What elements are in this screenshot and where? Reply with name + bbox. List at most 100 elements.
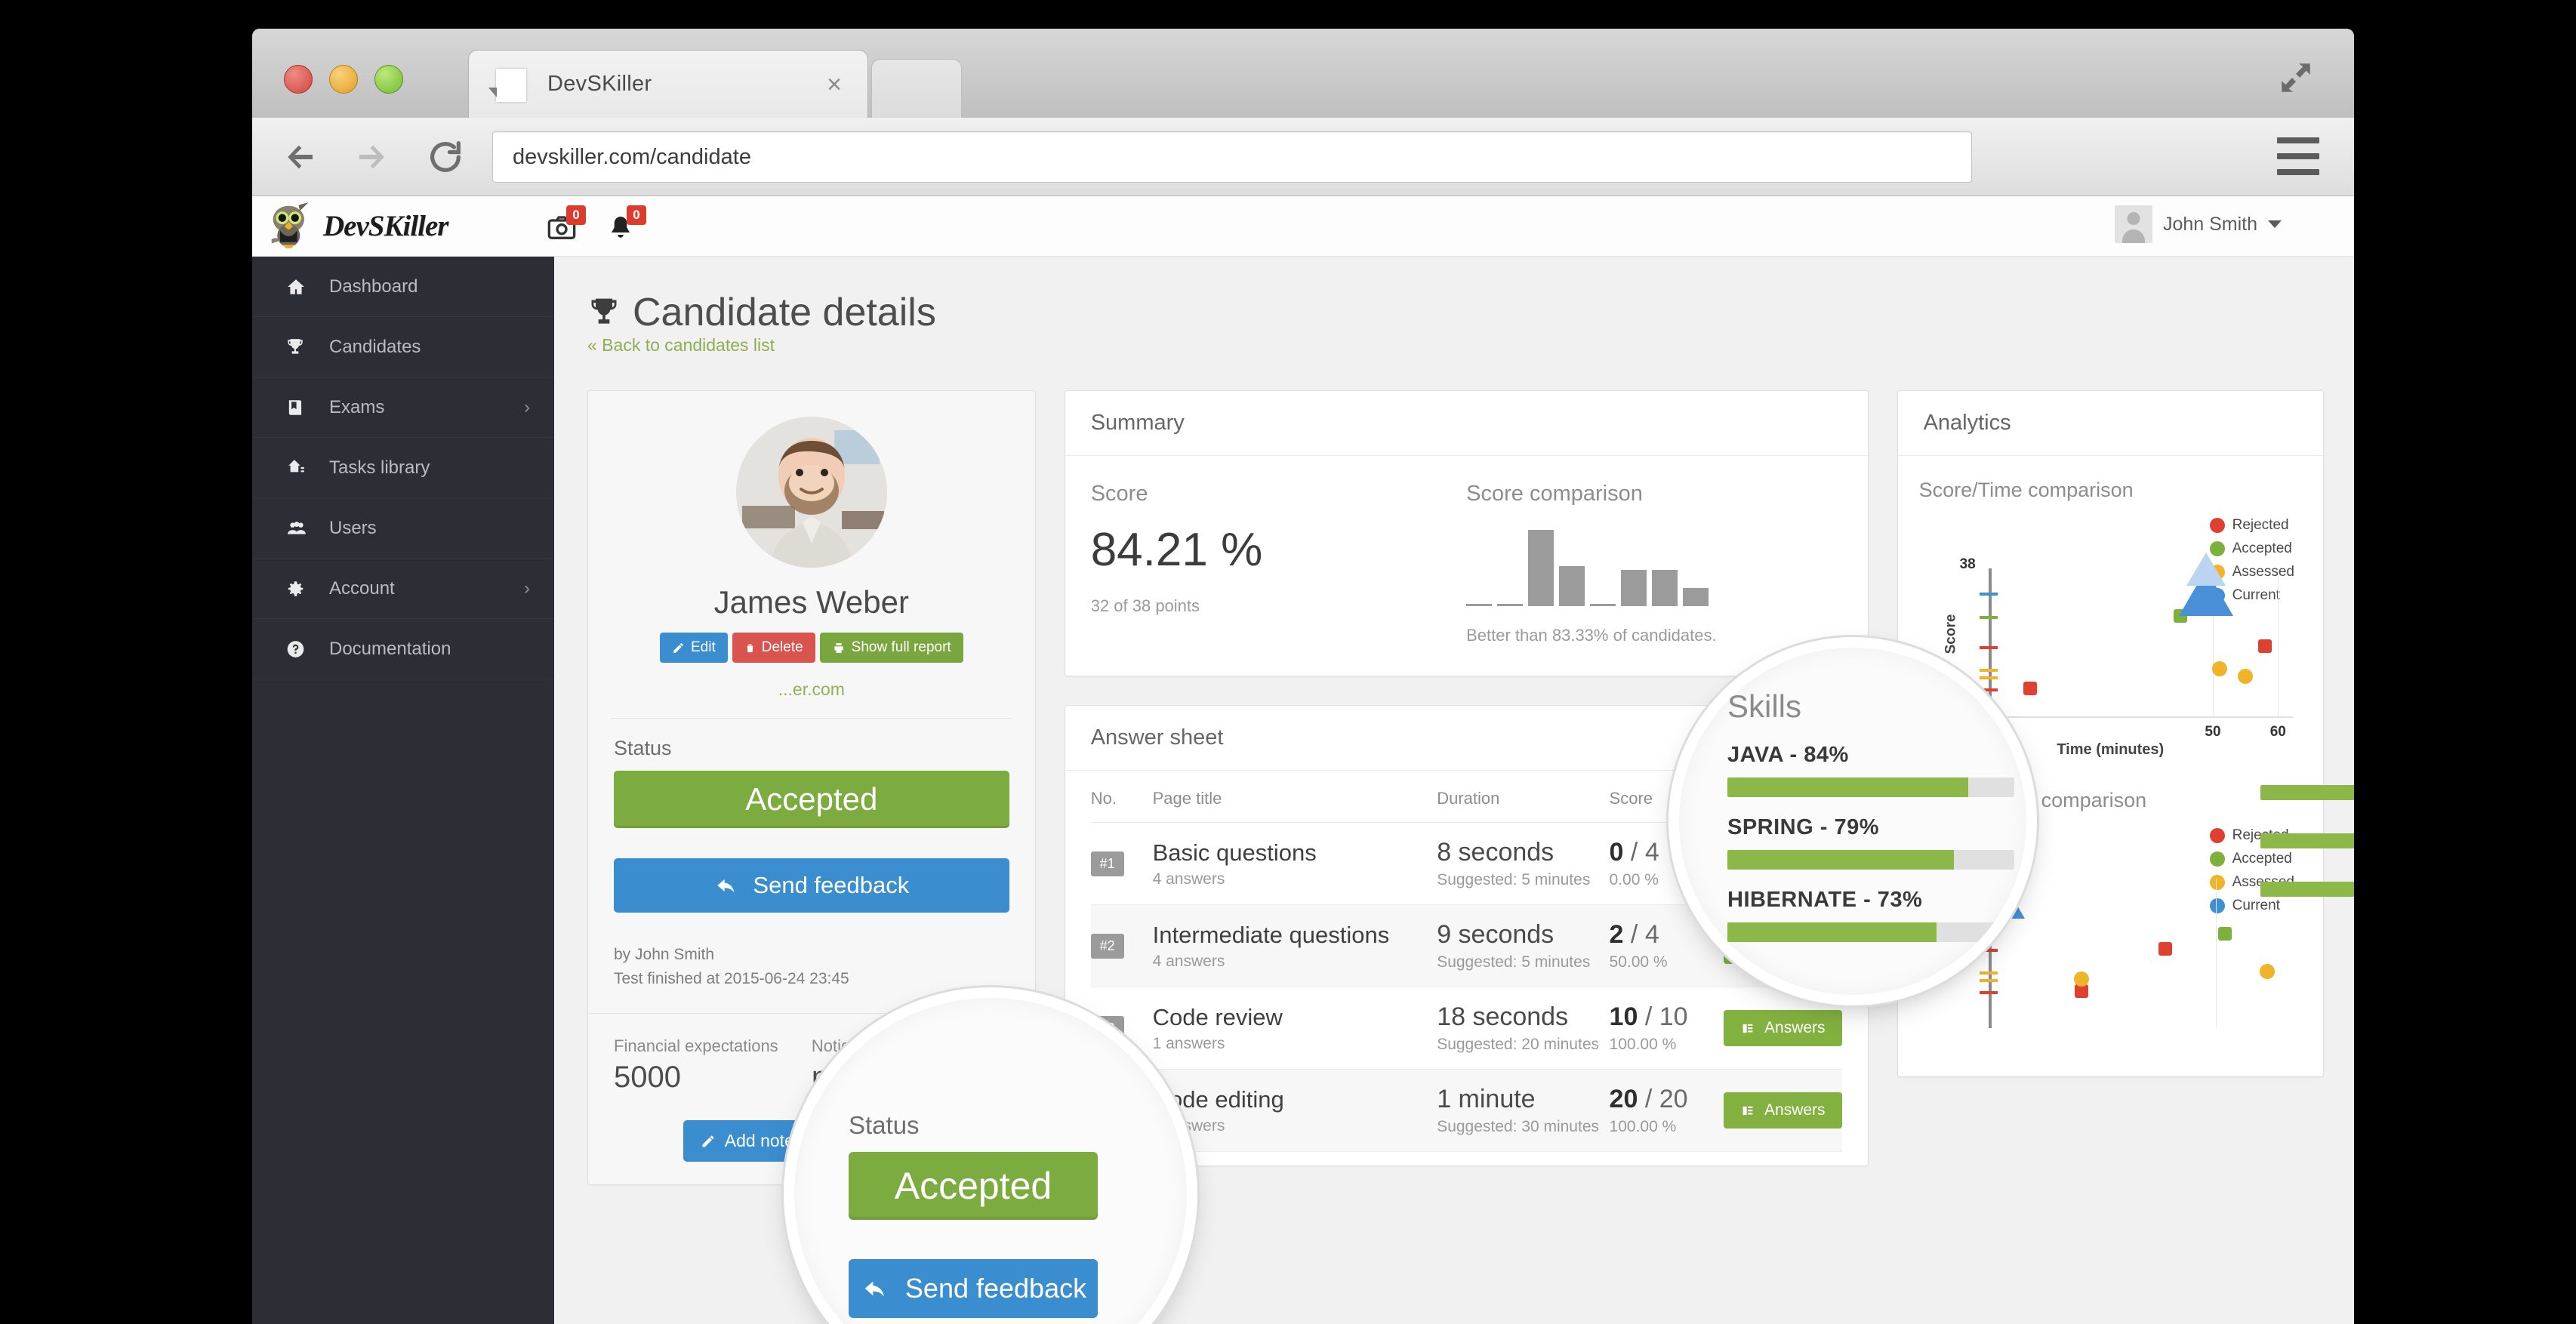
new-tab-placeholder[interactable] bbox=[871, 59, 962, 118]
col-duration: Duration bbox=[1437, 771, 1610, 823]
sidebar-item-users[interactable]: Users bbox=[252, 498, 554, 559]
skill-label: HIBERNATE - 73% bbox=[1727, 888, 1923, 912]
skill-track bbox=[1727, 777, 2014, 797]
legend-dot-rejected bbox=[2209, 518, 2225, 533]
answers-count: 4 answers bbox=[1152, 952, 1225, 970]
answers-count: 1 answers bbox=[1152, 1116, 1225, 1135]
bell-badge: 0 bbox=[627, 205, 646, 225]
answers-button[interactable]: Answers bbox=[1724, 1092, 1842, 1128]
x-tick-label: 60 bbox=[2269, 724, 2286, 740]
candidate-email[interactable]: ...er.com bbox=[588, 679, 1035, 700]
owl-logo-icon bbox=[271, 202, 309, 249]
histogram-bar bbox=[1466, 603, 1493, 606]
skill-item-java: JAVA - 84% bbox=[1727, 743, 2026, 797]
profile-action-buttons: Edit Delete Show full report bbox=[588, 633, 1035, 663]
legend-dot-rejected bbox=[2209, 828, 2225, 843]
score-time-chart-title: Score/Time comparison bbox=[1918, 479, 2134, 501]
page-title-text: Basic questions bbox=[1152, 839, 1317, 866]
bell-icon[interactable]: 0 bbox=[607, 205, 646, 243]
hamburger-menu-icon[interactable] bbox=[2277, 137, 2319, 175]
gridline bbox=[2278, 568, 2279, 718]
answers-button[interactable]: Answers bbox=[1724, 1010, 1842, 1046]
data-point-rejected bbox=[2258, 639, 2272, 654]
question-icon bbox=[285, 639, 316, 659]
x-tick-label: 50 bbox=[2205, 724, 2221, 740]
answers-button-label: Answers bbox=[1764, 1019, 1826, 1036]
close-window-button[interactable] bbox=[284, 65, 313, 94]
user-menu[interactable]: John Smith bbox=[2114, 205, 2282, 243]
url-input[interactable]: devskiller.com/candidate bbox=[492, 131, 1972, 183]
row-number: #2 bbox=[1090, 933, 1124, 959]
minimize-window-button[interactable] bbox=[329, 65, 358, 94]
cell-score: 2 / 4 50.00 % bbox=[1609, 904, 1724, 987]
data-point-current-inner bbox=[2186, 553, 2226, 587]
cell-actions: Answers bbox=[1724, 1069, 1842, 1152]
send-feedback-button[interactable]: Send feedback bbox=[614, 858, 1009, 913]
expand-icon[interactable] bbox=[2277, 59, 2315, 97]
send-feedback-label: Send feedback bbox=[904, 1273, 1087, 1304]
table-row[interactable]: #3 Code review 1 answers 18 seconds Suggeste… bbox=[1090, 987, 1842, 1070]
legend-label-rejected: Rejected bbox=[2232, 517, 2289, 533]
histogram-bar bbox=[1621, 569, 1647, 606]
suggested-duration: Suggested: 30 minutes bbox=[1437, 1118, 1599, 1135]
histogram-bar bbox=[1652, 569, 1678, 606]
score-block: Score 84.21 % 32 of 38 points bbox=[1091, 482, 1466, 645]
y-tick-marker bbox=[1979, 948, 1998, 952]
cell-no: #2 bbox=[1090, 904, 1153, 987]
sidebar-item-candidates[interactable]: Candidates bbox=[252, 317, 554, 377]
sidebar-item-label: Dashboard bbox=[329, 276, 418, 297]
histogram-bar bbox=[1497, 603, 1524, 606]
y-tick-marker bbox=[1979, 615, 1998, 619]
skill-label: SPRING - 79% bbox=[1727, 815, 1879, 839]
skill-fill bbox=[2260, 785, 2354, 800]
data-point-assessed bbox=[2073, 971, 2089, 987]
page-title-text: Code review bbox=[1152, 1003, 1283, 1030]
logo-text: DevSKiller bbox=[323, 209, 448, 242]
sidebar-item-account[interactable]: Account › bbox=[252, 559, 554, 619]
cell-duration: 18 seconds Suggested: 20 minutes bbox=[1437, 987, 1610, 1070]
score-comparison-block: Score comparison Better than 83.33% of c… bbox=[1466, 482, 1841, 645]
avatar bbox=[2114, 205, 2152, 243]
test-finished-info: by John Smith Test finished at 2015-06-2… bbox=[588, 913, 1035, 990]
skills-magnifier: Skills JAVA - 84% SPRING - 79% HIBERNATE… bbox=[1679, 648, 2026, 995]
breadcrumb-back-link[interactable]: « Back to candidates list bbox=[587, 335, 775, 355]
send-feedback-button-magnified[interactable]: Send feedback bbox=[849, 1259, 1098, 1318]
edit-button[interactable]: Edit bbox=[660, 633, 728, 663]
show-full-report-button[interactable]: Show full report bbox=[819, 633, 963, 663]
reply-icon bbox=[717, 879, 735, 893]
reload-icon[interactable] bbox=[423, 134, 468, 180]
sidebar-item-label: Documentation bbox=[329, 638, 451, 659]
score-label: Score bbox=[1090, 482, 1148, 506]
candidate-name: James Weber bbox=[713, 584, 909, 620]
sidebar-item-exams[interactable]: Exams › bbox=[252, 377, 554, 438]
sidebar-item-tasks-library[interactable]: Tasks library bbox=[252, 438, 554, 498]
sidebar-item-documentation[interactable]: Documentation bbox=[252, 619, 554, 679]
forward-arrow-icon[interactable] bbox=[349, 134, 394, 180]
maximize-window-button[interactable] bbox=[374, 65, 403, 94]
edit-button-label: Edit bbox=[691, 639, 716, 655]
y-tick-marker bbox=[1979, 979, 1998, 983]
url-text: devskiller.com/candidate bbox=[513, 144, 751, 169]
table-row[interactable]: #4Code editing1 answers1 minuteSuggested… bbox=[1090, 1069, 1842, 1152]
sidebar-item-dashboard[interactable]: Dashboard bbox=[252, 257, 554, 317]
divider bbox=[611, 718, 1012, 719]
show-full-report-label: Show full report bbox=[851, 639, 951, 655]
delete-button[interactable]: Delete bbox=[732, 633, 815, 663]
edit-icon bbox=[673, 642, 683, 653]
browser-tab[interactable]: DevSKiller × bbox=[468, 50, 868, 118]
skill-fill bbox=[2260, 833, 2354, 848]
sidebar-item-label: Tasks library bbox=[329, 457, 430, 478]
suggested-duration: Suggested: 5 minutes bbox=[1437, 871, 1591, 888]
application-area: DevSKiller 0 0 John Smith Dashboard Cand… bbox=[252, 196, 2354, 1324]
camera-badge: 0 bbox=[566, 205, 586, 225]
status-label: Status bbox=[614, 737, 672, 759]
close-tab-icon[interactable]: × bbox=[827, 72, 842, 97]
camera-icon[interactable]: 0 bbox=[547, 205, 586, 243]
browser-tabstrip: DevSKiller × bbox=[252, 29, 2354, 118]
cell-actions: Answers bbox=[1724, 987, 1842, 1070]
back-arrow-icon[interactable] bbox=[278, 134, 323, 180]
score-comparison-histogram bbox=[1466, 523, 1841, 606]
skills-card-background bbox=[2260, 785, 2354, 930]
devskiller-logo[interactable]: DevSKiller bbox=[267, 202, 448, 249]
answers-button-label: Answers bbox=[1764, 1101, 1826, 1119]
